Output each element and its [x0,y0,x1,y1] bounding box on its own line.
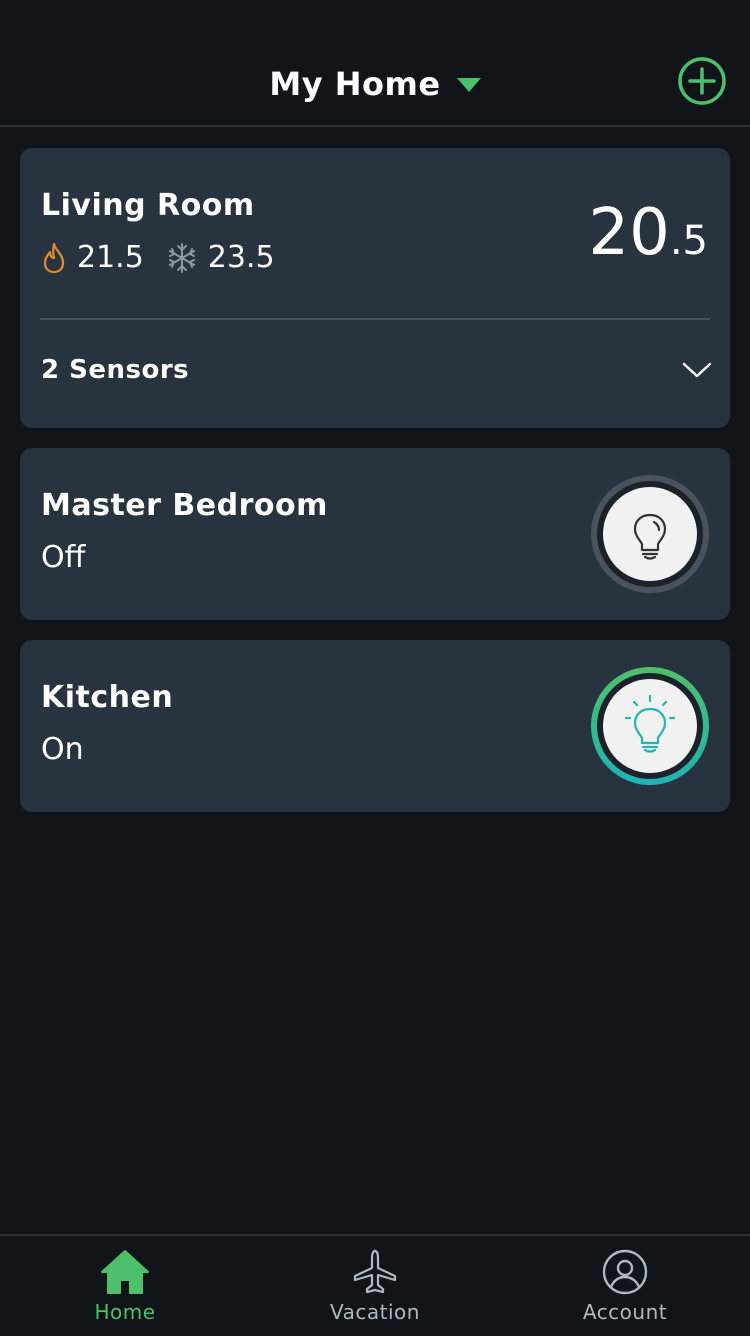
room-status: On [41,732,84,767]
card-divider [40,318,710,320]
chevron-down-icon [456,78,481,92]
tab-account[interactable]: Account [500,1236,750,1336]
current-temperature: 20.5 [588,198,708,276]
flame-icon [43,242,65,273]
cool-setpoint: 23.5 [166,240,275,275]
sensors-toggle[interactable]: 2 Sensors [41,348,712,392]
tab-label: Home [94,1300,156,1324]
bottom-tab-bar: Home Vacation Account [0,1234,750,1334]
heat-setpoint: 21.5 [41,240,144,275]
add-icon[interactable] [677,56,727,106]
top-bar: My Home [0,0,750,127]
account-icon [602,1249,648,1295]
airplane-icon [353,1249,397,1294]
heat-setpoint-value: 21.5 [77,240,144,275]
room-status: Off [41,540,86,575]
home-title: My Home [269,65,441,103]
home-icon [101,1250,149,1294]
tab-home[interactable]: Home [0,1236,250,1336]
temperature-decimal: .5 [669,218,708,264]
room-name: Living Room [41,188,255,223]
light-toggle-button[interactable] [590,666,710,786]
room-card-master-bedroom[interactable]: Master Bedroom Off [20,448,730,620]
home-selector[interactable]: My Home [0,62,750,106]
room-card-living-room[interactable]: Living Room 21.5 23.5 20.5 2 Sensors [20,148,730,428]
setpoints: 21.5 23.5 [41,240,297,275]
tab-label: Vacation [330,1300,420,1324]
cool-setpoint-value: 23.5 [207,240,275,275]
room-card-kitchen[interactable]: Kitchen On [20,640,730,812]
chevron-down-icon [682,362,712,378]
light-toggle-button[interactable] [590,474,710,594]
tab-vacation[interactable]: Vacation [250,1236,500,1336]
sensors-label: 2 Sensors [41,355,190,385]
room-name: Kitchen [41,680,174,715]
room-name: Master Bedroom [41,488,328,523]
snowflake-icon [168,242,195,273]
tab-label: Account [582,1300,668,1324]
temperature-whole: 20 [588,196,670,270]
